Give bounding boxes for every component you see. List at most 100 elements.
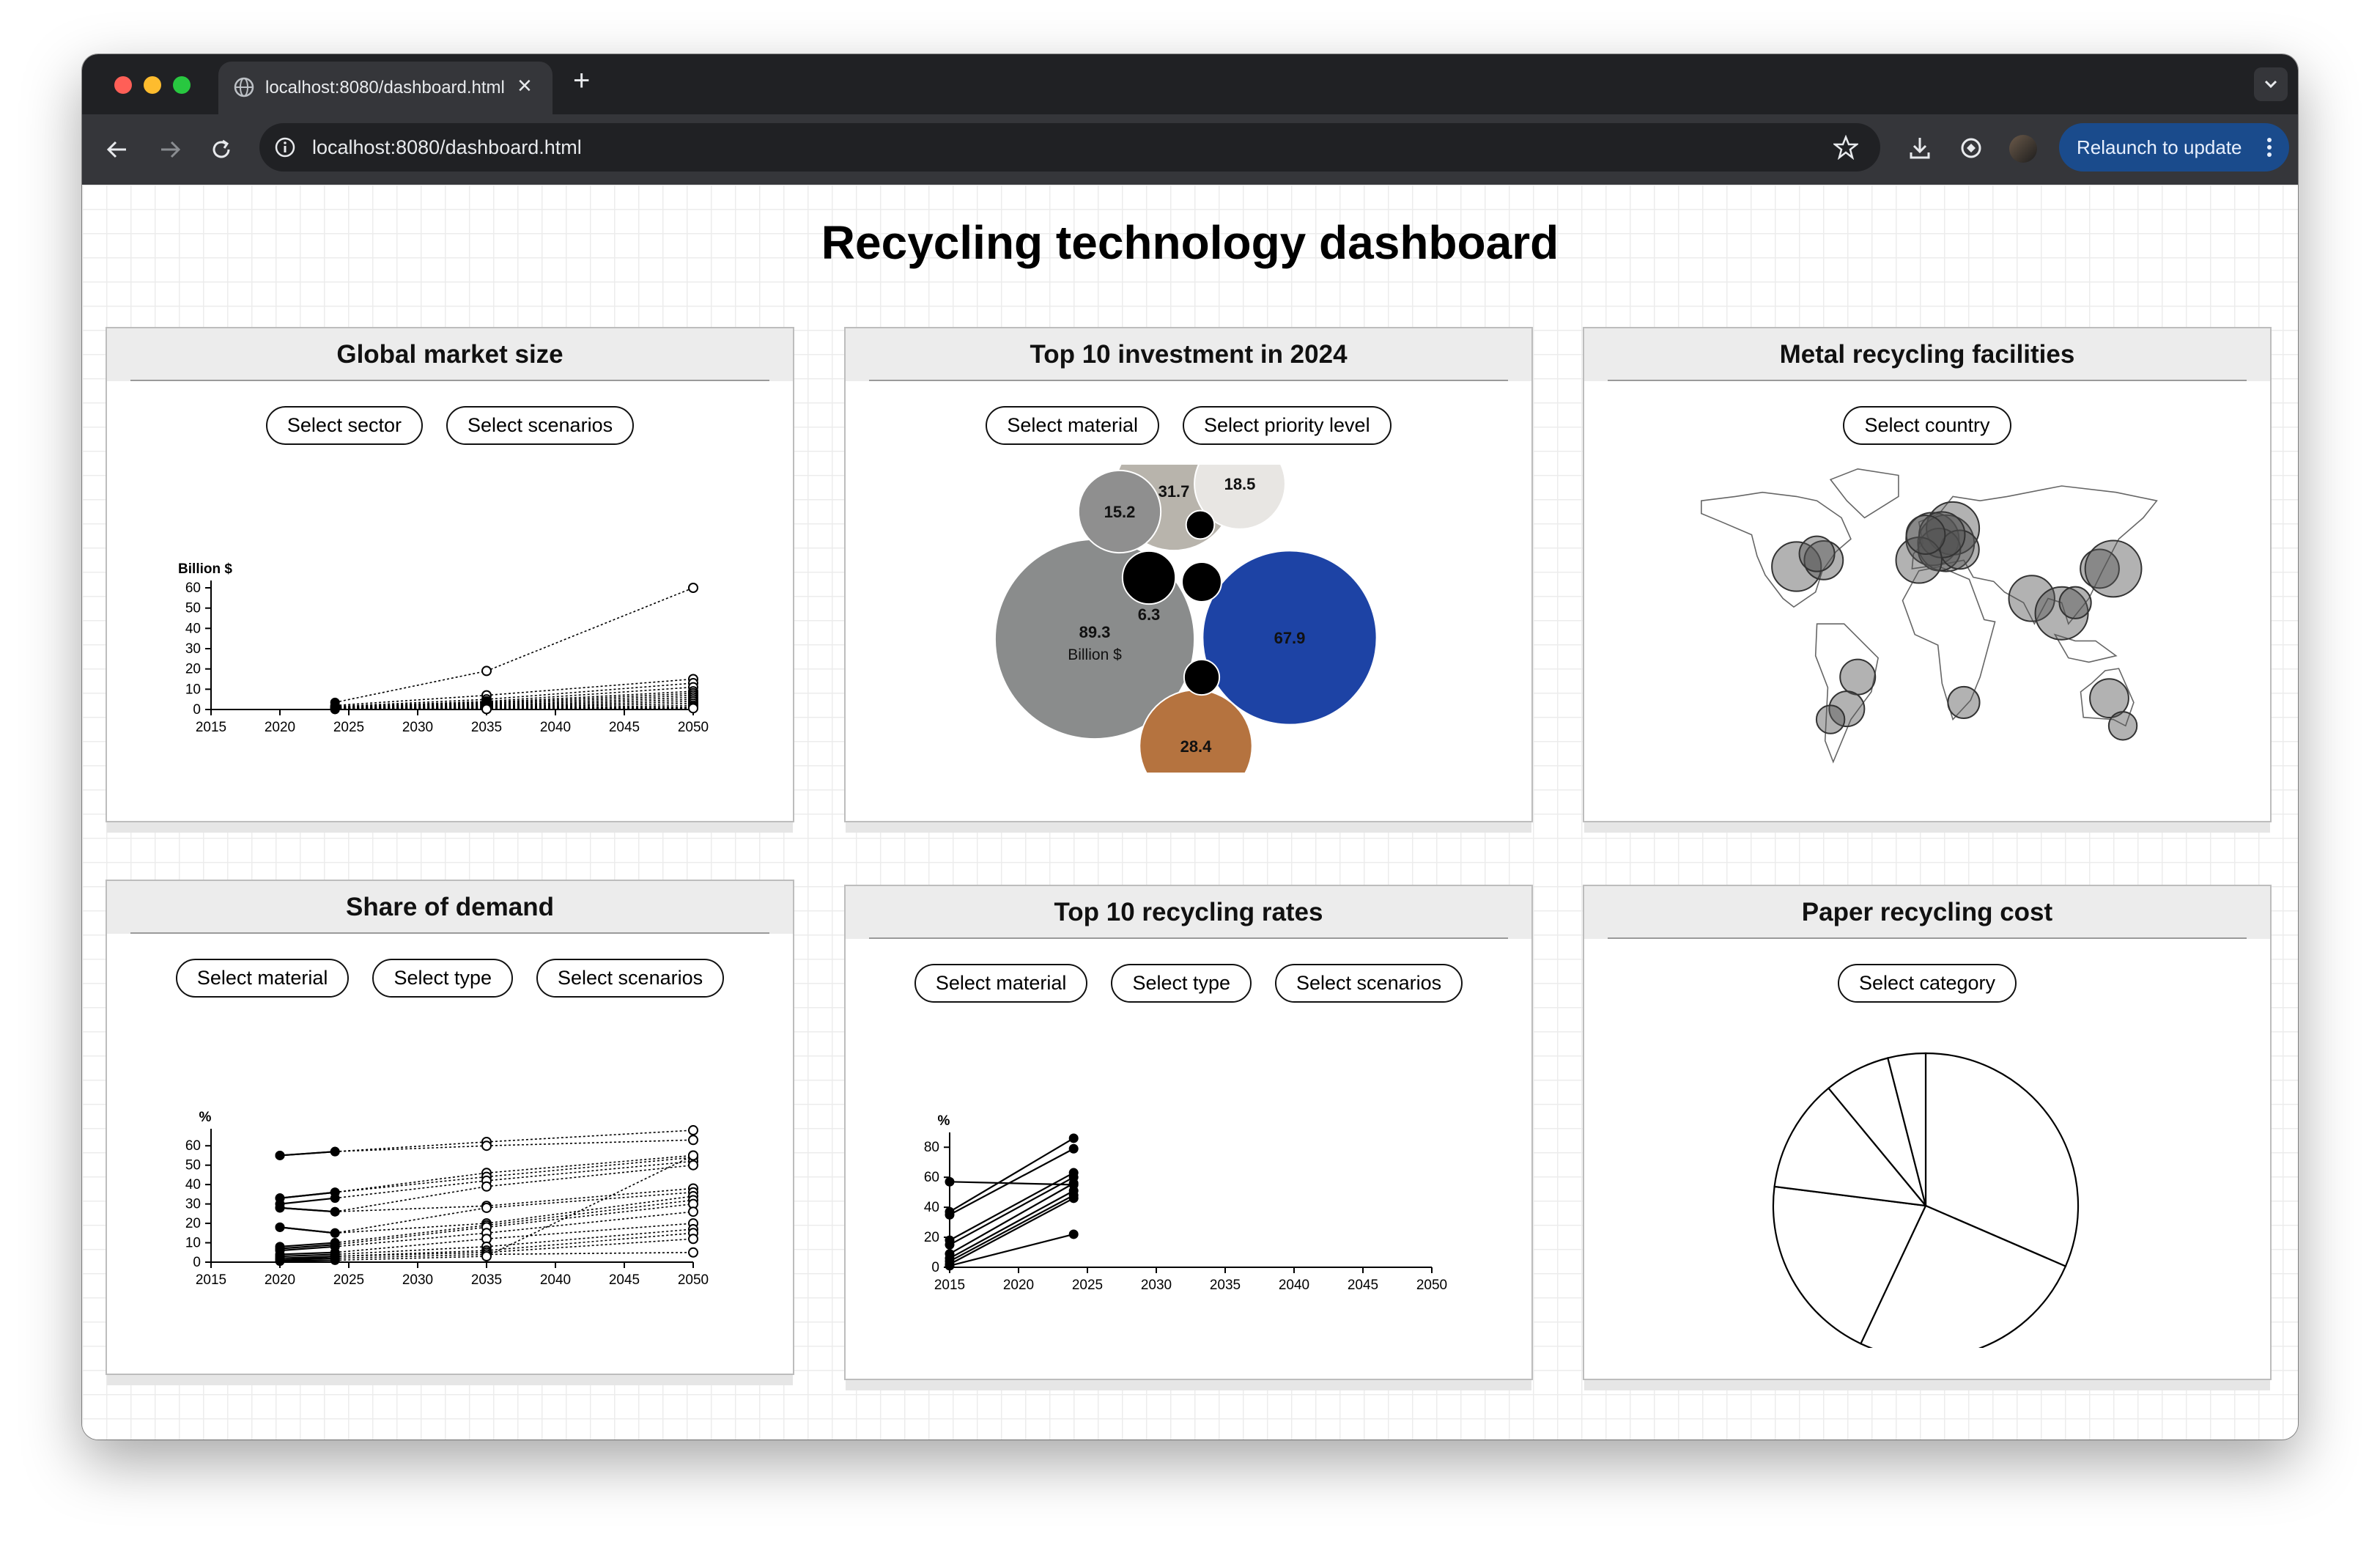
header-divider xyxy=(130,932,769,934)
x-tick-label: 2015 xyxy=(196,1272,226,1288)
browser-titlebar: localhost:8080/dashboard.html × + xyxy=(82,54,2298,114)
url-text[interactable]: localhost:8080/dashboard.html xyxy=(312,136,582,159)
card-investment: Top 10 investment in 2024 Select materia… xyxy=(844,327,1533,822)
select-material-button[interactable]: Select material xyxy=(914,964,1088,1003)
y-tick-label: 40 xyxy=(924,1200,939,1215)
x-tick-label: 2045 xyxy=(609,1272,640,1288)
card-market-size: Global market size Select sector Select … xyxy=(106,327,794,822)
series-line xyxy=(486,587,694,672)
market-size-chart: 2015 2020 2025 2030 2035 2040 2045 205001020304… xyxy=(178,561,709,735)
select-sector-button[interactable]: Select sector xyxy=(265,406,423,445)
data-point xyxy=(688,1234,698,1245)
select-category-button[interactable]: Select category xyxy=(1837,964,2017,1003)
minimize-window-button[interactable] xyxy=(144,76,161,94)
data-point xyxy=(275,1256,285,1267)
bubble-value-label: 67.9 xyxy=(1274,629,1306,647)
series-line xyxy=(486,1129,694,1143)
y-tick-label: 50 xyxy=(185,601,201,616)
data-point xyxy=(1068,1133,1079,1143)
series-line xyxy=(486,1238,694,1253)
series-line xyxy=(335,1205,487,1212)
y-tick-label: 10 xyxy=(185,1236,201,1251)
series-line xyxy=(486,693,694,704)
filter-buttons: Select sector Select scenarios xyxy=(107,406,793,445)
download-icon[interactable] xyxy=(1905,133,1934,163)
header-divider xyxy=(1608,937,2247,939)
new-tab-button[interactable]: + xyxy=(573,64,590,97)
series-line xyxy=(486,1232,694,1251)
select-material-button[interactable]: Select material xyxy=(175,959,350,998)
browser-tab[interactable]: localhost:8080/dashboard.html × xyxy=(218,62,552,114)
forward-arrow-icon[interactable] xyxy=(155,135,185,164)
dashboard-page: Recycling technology dashboard Global ma… xyxy=(82,185,2298,1440)
select-scenarios-button[interactable]: Select scenarios xyxy=(536,959,725,998)
select-type-button[interactable]: Select type xyxy=(1111,964,1252,1003)
data-point xyxy=(1068,1193,1079,1204)
series-line xyxy=(279,1206,336,1213)
data-point xyxy=(481,666,492,677)
browser-toolbar: localhost:8080/dashboard.html Relaunch t… xyxy=(82,114,2298,185)
data-point xyxy=(275,1203,285,1213)
header-divider xyxy=(869,380,1508,381)
investment-bubble xyxy=(1183,658,1221,696)
x-tick-label: 2015 xyxy=(196,720,226,735)
tab-title: localhost:8080/dashboard.html xyxy=(265,78,505,97)
facility-marker xyxy=(1839,658,1877,696)
select-scenarios-button[interactable]: Select scenarios xyxy=(1275,964,1463,1003)
address-bar[interactable]: localhost:8080/dashboard.html xyxy=(259,123,1880,172)
card-header: Paper recycling cost xyxy=(1584,886,2270,939)
y-tick-label: 30 xyxy=(185,641,201,657)
series-line xyxy=(279,1197,336,1205)
x-tick-label: 2035 xyxy=(471,720,502,735)
x-tick-label: 2035 xyxy=(471,1272,502,1288)
y-axis-label: % xyxy=(199,1110,212,1125)
y-axis-label: Billion $ xyxy=(178,561,232,577)
paper-cost-pie-chart xyxy=(1772,1052,2080,1348)
card-rates: Top 10 recycling rates Select material S… xyxy=(844,885,1533,1380)
globe-icon xyxy=(234,77,254,97)
close-window-button[interactable] xyxy=(114,76,132,94)
facility-marker xyxy=(2058,586,2092,619)
series-line xyxy=(486,1157,694,1178)
data-point xyxy=(945,1261,955,1271)
extensions-icon[interactable] xyxy=(1956,133,1986,163)
card-title: Metal recycling facilities xyxy=(1779,340,2075,369)
zoom-window-button[interactable] xyxy=(173,76,191,94)
x-tick-label: 2025 xyxy=(1072,1278,1103,1293)
close-tab-icon[interactable]: × xyxy=(517,72,532,100)
x-tick-label: 2040 xyxy=(1279,1278,1309,1293)
series-line xyxy=(486,1203,694,1228)
card-title: Share of demand xyxy=(346,893,554,921)
x-tick-label: 2045 xyxy=(609,720,640,735)
series-line xyxy=(486,1139,694,1147)
back-arrow-icon[interactable] xyxy=(103,135,132,164)
card-title: Top 10 recycling rates xyxy=(1054,898,1323,926)
demand-share-chart: 2015 2020 2025 2030 2035 2040 2045 205001020304… xyxy=(185,1110,709,1288)
data-point xyxy=(688,1206,698,1217)
select-type-button[interactable]: Select type xyxy=(372,959,514,998)
investment-bubble xyxy=(1181,561,1222,602)
profile-avatar[interactable] xyxy=(2009,135,2037,163)
data-point xyxy=(688,1125,698,1136)
select-scenarios-button[interactable]: Select scenarios xyxy=(446,406,635,445)
card-title: Top 10 investment in 2024 xyxy=(1030,340,1348,369)
x-tick-label: 2030 xyxy=(402,1272,433,1288)
x-tick-label: 2040 xyxy=(540,1272,571,1288)
investment-bubble xyxy=(1121,550,1177,605)
tab-search-button[interactable] xyxy=(2254,67,2288,101)
y-tick-label: 60 xyxy=(185,1138,201,1154)
filter-buttons: Select country xyxy=(1584,406,2270,445)
relaunch-button[interactable]: Relaunch to update xyxy=(2059,123,2289,172)
bookmark-star-icon[interactable] xyxy=(1833,135,1858,160)
filter-buttons: Select material Select priority level xyxy=(846,406,1531,445)
select-material-button[interactable]: Select material xyxy=(986,406,1159,445)
y-tick-label: 60 xyxy=(185,580,201,596)
series-line xyxy=(335,1207,487,1234)
site-info-icon[interactable] xyxy=(274,136,296,158)
x-tick-label: 2040 xyxy=(540,720,571,735)
more-vert-icon xyxy=(2267,138,2272,157)
reload-icon[interactable] xyxy=(207,135,236,164)
select-country-button[interactable]: Select country xyxy=(1843,406,2011,445)
select-priority-button[interactable]: Select priority level xyxy=(1182,406,1392,445)
y-tick-label: 0 xyxy=(193,702,201,718)
